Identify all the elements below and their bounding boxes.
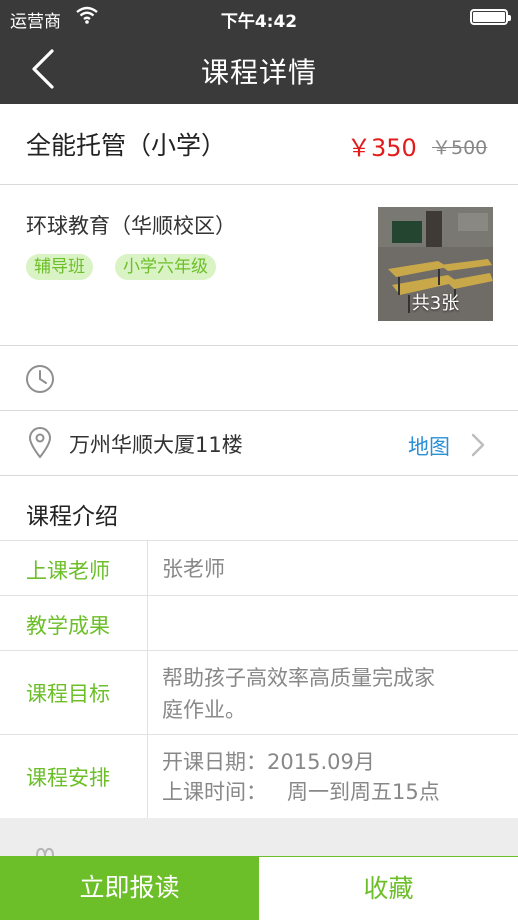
status-bar: 运营商 下午4:42 [0,0,518,34]
address-text: 万州华顺大厦11楼 [69,433,243,457]
value-goal-line2: 庭作业。 [162,698,246,722]
nav-bar: 课程详情 [0,34,518,104]
gift-icon [36,847,54,856]
schedule-row [0,346,518,410]
school-name: 环球教育（华顺校区） [26,214,236,238]
value-schedule-time: 上课时间： 周一到周五15点 [162,780,440,804]
clock-icon [26,365,54,393]
value-teacher: 张老师 [162,557,225,581]
favorite-button[interactable]: 收藏 [259,856,518,920]
value-goal-line1: 帮助孩子高效率高质量完成家 [162,666,435,690]
divider [0,734,518,735]
label-outcome: 教学成果 [26,614,110,638]
label-teacher: 上课老师 [26,559,110,583]
divider [0,595,518,596]
status-time: 下午4:42 [220,12,298,32]
enroll-button[interactable]: 立即报读 [0,856,259,920]
divider [0,540,518,541]
page-title: 课程详情 [200,56,317,89]
column-divider [147,540,148,818]
label-schedule: 课程安排 [26,766,110,790]
course-title: 全能托管（小学） [26,131,227,160]
course-photo[interactable]: 共3张 [378,207,493,321]
original-price: ￥500 [432,137,488,159]
photo-count: 共3张 [411,293,460,314]
chevron-right-icon[interactable] [468,432,488,458]
battery-icon [470,9,511,25]
tag-grade: 小学六年级 [115,254,216,280]
intro-title: 课程介绍 [26,504,118,530]
value-schedule-date: 开课日期：2015.09月 [162,750,375,774]
map-link[interactable]: 地图 [408,431,450,461]
course-price: ￥350 [347,134,417,162]
divider [0,650,518,651]
tag-class-type: 辅导班 [26,254,93,280]
location-pin-icon [28,427,52,459]
label-goal: 课程目标 [26,682,110,706]
